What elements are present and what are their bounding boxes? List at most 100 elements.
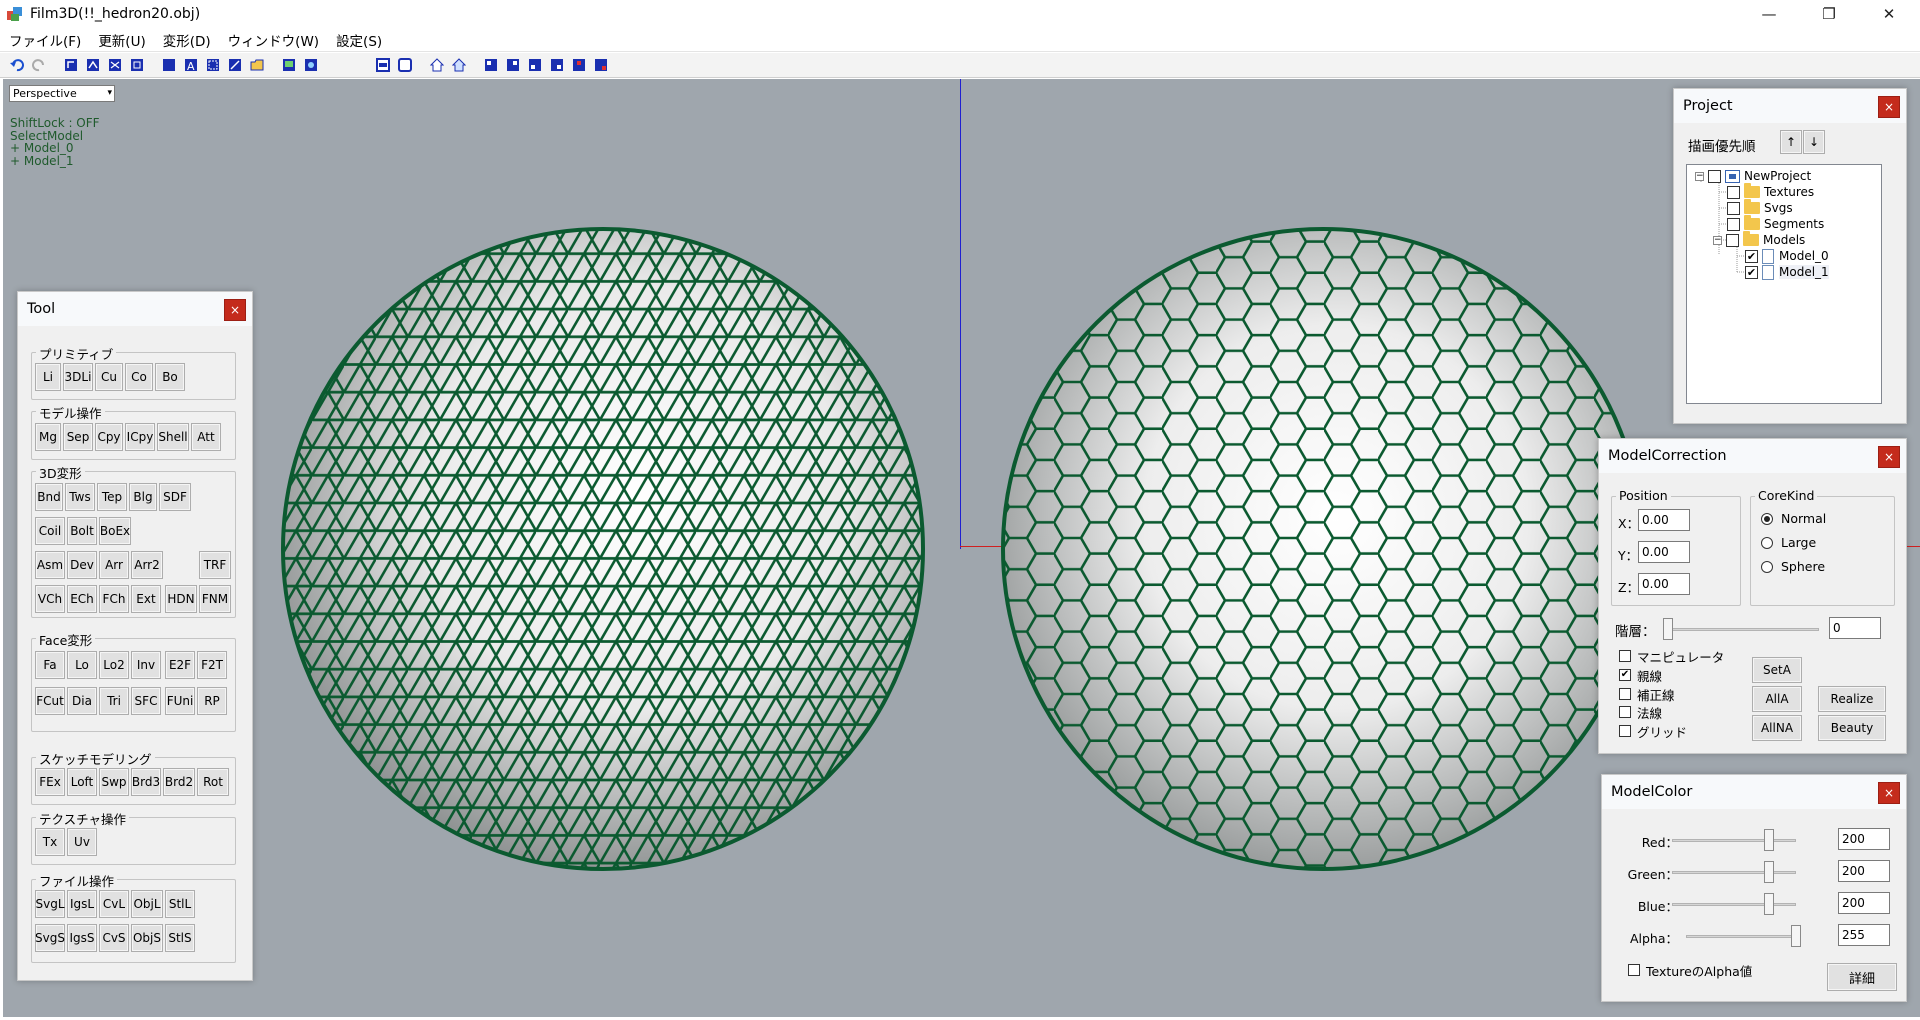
home-icon[interactable] [428, 56, 446, 74]
btn-ext[interactable]: Ext [131, 585, 161, 613]
realize-button[interactable]: Realize [1818, 686, 1886, 712]
btn-svgl[interactable]: SvgL [35, 890, 65, 918]
layer-slider-thumb[interactable] [1663, 618, 1673, 640]
folder-open-icon[interactable] [248, 56, 266, 74]
btn-fnm[interactable]: FNM [199, 585, 231, 613]
correction-line-checkbox[interactable] [1619, 688, 1631, 700]
btn-funi[interactable]: FUni [165, 687, 195, 715]
btn-swp[interactable]: Swp [99, 768, 129, 796]
detail-button[interactable]: 詳細 [1827, 963, 1897, 991]
align-right-icon[interactable] [504, 56, 522, 74]
btn-cu[interactable]: Cu [95, 363, 123, 391]
btn-coil[interactable]: Coil [35, 517, 65, 545]
render-icon[interactable] [280, 56, 298, 74]
corekind-sphere-radio[interactable] [1761, 561, 1773, 573]
parent-line-checkbox[interactable]: ✔ [1619, 669, 1631, 681]
minimize-button[interactable]: — [1746, 0, 1792, 28]
close-icon[interactable]: × [1878, 446, 1900, 468]
select-box-icon[interactable] [204, 56, 222, 74]
camera-icon[interactable] [302, 56, 320, 74]
undo-icon[interactable] [8, 56, 26, 74]
window-a-icon[interactable] [374, 56, 392, 74]
btn-arr2[interactable]: Arr2 [131, 551, 163, 579]
btn-shell[interactable]: Shell [157, 423, 189, 451]
btn-rp[interactable]: RP [197, 687, 227, 715]
corekind-large-radio[interactable] [1761, 537, 1773, 549]
tree-checkbox[interactable] [1727, 217, 1740, 231]
line-tool-icon[interactable] [226, 56, 244, 74]
grid-checkbox[interactable] [1619, 725, 1631, 737]
order-down-button[interactable]: ↓ [1803, 130, 1825, 154]
position-z-field[interactable]: 0.00 [1638, 573, 1690, 595]
texture-alpha-checkbox[interactable] [1628, 964, 1640, 976]
blue-slider[interactable] [1672, 903, 1796, 906]
btn-ech[interactable]: ECh [67, 585, 97, 613]
btn-inv[interactable]: Inv [131, 651, 161, 679]
btn-igss[interactable]: IgsS [67, 924, 97, 952]
green-field[interactable]: 200 [1838, 860, 1890, 882]
layer-field[interactable]: 0 [1829, 617, 1881, 639]
view-top-icon[interactable] [106, 56, 124, 74]
all-a-button[interactable]: AllA [1752, 686, 1802, 712]
btn-fcut[interactable]: FCut [35, 687, 65, 715]
btn-lo[interactable]: Lo [67, 651, 97, 679]
tree-checkbox[interactable] [1726, 233, 1739, 247]
btn-uv[interactable]: Uv [67, 828, 97, 856]
red-slider-thumb[interactable] [1764, 829, 1775, 851]
collapse-icon[interactable]: − [1713, 235, 1722, 245]
btn-sep[interactable]: Sep [63, 423, 93, 451]
tree-checkbox[interactable] [1727, 185, 1740, 199]
solid-mode-icon[interactable] [160, 56, 178, 74]
position-x-field[interactable]: 0.00 [1638, 509, 1690, 531]
text-mode-icon[interactable]: A [182, 56, 200, 74]
btn-att[interactable]: Att [191, 423, 221, 451]
maximize-button[interactable]: ❐ [1806, 0, 1852, 28]
view-front-icon[interactable] [62, 56, 80, 74]
btn-brd3[interactable]: Brd3 [131, 768, 161, 796]
btn-cvs[interactable]: CvS [99, 924, 129, 952]
btn-co[interactable]: Co [125, 363, 153, 391]
btn-stls[interactable]: StlS [165, 924, 195, 952]
align-bottom-left-icon[interactable] [526, 56, 544, 74]
tree-checkbox[interactable] [1727, 201, 1740, 215]
btn-sdf[interactable]: SDF [159, 483, 191, 511]
blue-field[interactable]: 200 [1838, 892, 1890, 914]
btn-blg[interactable]: Blg [129, 483, 157, 511]
view-iso-icon[interactable] [128, 56, 146, 74]
all-na-button[interactable]: AllNA [1752, 715, 1802, 741]
menu-settings[interactable]: 設定(S) [327, 30, 390, 50]
btn-mg[interactable]: Mg [35, 423, 61, 451]
btn-sfc[interactable]: SFC [131, 687, 161, 715]
align-left-icon[interactable] [482, 56, 500, 74]
btn-igsl[interactable]: IgsL [67, 890, 97, 918]
btn-objs[interactable]: ObjS [131, 924, 163, 952]
btn-bo[interactable]: Bo [155, 363, 185, 391]
btn-asm[interactable]: Asm [35, 551, 65, 579]
btn-dev[interactable]: Dev [67, 551, 97, 579]
set-a-button[interactable]: SetA [1752, 657, 1802, 683]
btn-dia[interactable]: Dia [67, 687, 97, 715]
btn-li[interactable]: Li [35, 363, 61, 391]
btn-trf[interactable]: TRF [199, 551, 231, 579]
beauty-button[interactable]: Beauty [1818, 715, 1886, 741]
position-y-field[interactable]: 0.00 [1638, 541, 1690, 563]
tool-panel-header[interactable]: Tool × [18, 292, 252, 326]
manipulator-checkbox[interactable] [1619, 650, 1631, 662]
btn-lo2[interactable]: Lo2 [99, 651, 129, 679]
btn-arr[interactable]: Arr [99, 551, 129, 579]
alpha-slider-thumb[interactable] [1791, 925, 1801, 947]
align-center-icon[interactable] [570, 56, 588, 74]
menu-file[interactable]: ファイル(F) [0, 30, 89, 50]
view-side-icon[interactable] [84, 56, 102, 74]
close-window-button[interactable]: ✕ [1866, 0, 1912, 28]
btn-vch[interactable]: VCh [35, 585, 65, 613]
btn-loft[interactable]: Loft [67, 768, 97, 796]
model-correction-header[interactable]: ModelCorrection × [1599, 439, 1906, 473]
hexagonal-sphere-model-1[interactable] [1000, 226, 1646, 872]
home-alt-icon[interactable] [450, 56, 468, 74]
btn-fex[interactable]: FEx [35, 768, 65, 796]
menu-transform[interactable]: 変形(D) [154, 30, 219, 50]
btn-cvl[interactable]: CvL [99, 890, 129, 918]
btn-brd2[interactable]: Brd2 [163, 768, 195, 796]
btn-stll[interactable]: StlL [165, 890, 195, 918]
